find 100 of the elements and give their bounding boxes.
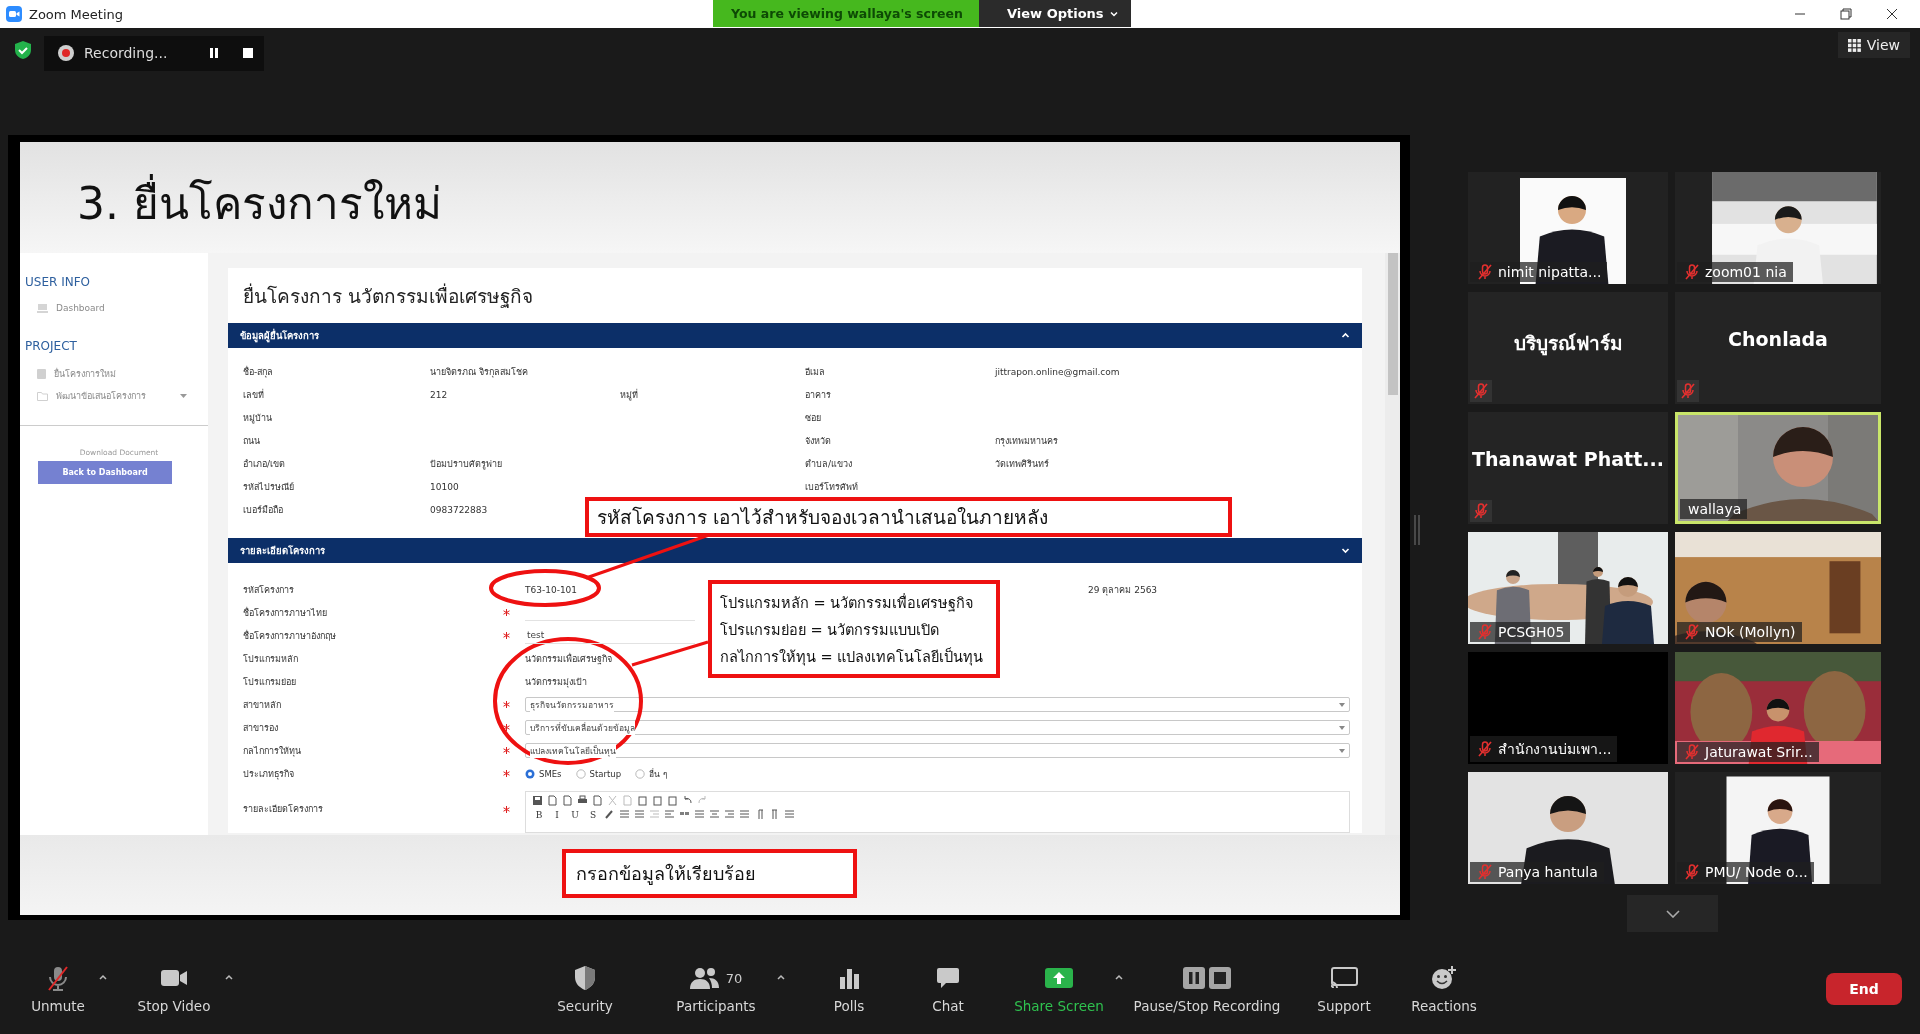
- field-label: สาขารอง: [243, 721, 279, 735]
- caret-icon[interactable]: [224, 972, 234, 982]
- field-label: เบอร์มือถือ: [243, 503, 284, 517]
- clipboard-icon[interactable]: [667, 795, 678, 806]
- sidebar-heading: USER INFO: [24, 275, 91, 289]
- share-screen-icon: [1045, 968, 1073, 988]
- toolbar-button[interactable]: 70 Participants: [656, 960, 776, 1018]
- sidebar-item[interactable]: ยื่นโครงการใหม่: [20, 363, 187, 385]
- back-button[interactable]: Back to Dashboard: [38, 461, 172, 484]
- field-label: ตำบล/แขวง: [805, 457, 854, 471]
- scrollbar[interactable]: [1385, 253, 1400, 835]
- splitter-handle[interactable]: [1414, 515, 1420, 545]
- toolbar-button[interactable]: Support: [1299, 960, 1389, 1018]
- end-button[interactable]: End: [1826, 973, 1902, 1005]
- caret-icon: [1339, 725, 1345, 730]
- caret-icon: [1339, 748, 1345, 753]
- printer-icon[interactable]: [577, 795, 588, 806]
- format-button[interactable]: S: [586, 809, 600, 820]
- toolbar-button[interactable]: Reactions: [1399, 960, 1489, 1018]
- section-header[interactable]: รายละเอียดโครงการ: [228, 538, 1362, 563]
- document-icon[interactable]: [592, 795, 603, 806]
- dropdown-field[interactable]: บริการที่ขับเคลื่อนด้วยข้อมูล: [525, 720, 1350, 735]
- sidebar-item[interactable]: พัฒนาข้อเสนอโครงการ: [20, 385, 187, 407]
- callout-text: โปรแกรมย่อย = นวัตกรรมแบบเปิด: [720, 620, 941, 640]
- field-label: เลขที่: [243, 388, 265, 402]
- document-icon[interactable]: [547, 795, 558, 806]
- field-value: 212: [430, 389, 449, 400]
- callout-text: กลไกการให้ทุน = แปลงเทคโนโลยีเป็นทุน: [720, 646, 985, 668]
- recording-label: Recording...: [84, 45, 169, 61]
- align-icon[interactable]: [694, 809, 705, 820]
- dropdown-field[interactable]: แปลงเทคโนโลยีเป็นทุน: [525, 743, 1350, 758]
- list-icon[interactable]: [619, 809, 630, 820]
- toolbar-button[interactable]: Polls: [809, 960, 889, 1018]
- toolbar-button[interactable]: Security: [540, 960, 630, 1018]
- align-icon[interactable]: [724, 809, 735, 820]
- toolbar-button[interactable]: Stop Video: [124, 960, 224, 1018]
- camera-icon: [160, 967, 188, 989]
- field-label: ประเภทธุรกิจ: [243, 767, 295, 781]
- form-title: ยื่นโครงการ นวัตกรรมเพื่อเศรษฐกิจ: [242, 282, 535, 310]
- field-label: จังหวัด: [805, 434, 832, 448]
- view-options-button[interactable]: View Options: [979, 0, 1131, 27]
- align-icon[interactable]: [739, 809, 750, 820]
- scrollbar-thumb[interactable]: [1387, 253, 1398, 395]
- field-value: นายจิตรภณ จิรกุลสมโชค: [430, 365, 529, 379]
- participant-name: Thanawat Phatt...: [1471, 448, 1665, 470]
- grid-icon: [1847, 38, 1861, 52]
- field-value: 10100: [430, 481, 460, 492]
- restore-icon[interactable]: [1840, 8, 1852, 20]
- chevron-icon[interactable]: [1341, 546, 1350, 555]
- radio-option[interactable]: อื่น ๆ: [635, 766, 668, 781]
- field-label: เบอร์โทรศัพท์: [805, 480, 859, 494]
- close-icon[interactable]: [1886, 8, 1898, 20]
- list-icon[interactable]: [634, 809, 645, 820]
- toolbar-button[interactable]: Share Screen: [1004, 960, 1114, 1018]
- stop-icon[interactable]: [242, 47, 254, 59]
- toolbar-button[interactable]: Pause/Stop Recording: [1126, 960, 1288, 1018]
- clipboard-icon[interactable]: [637, 795, 648, 806]
- field-label: อีเมล: [805, 365, 826, 379]
- brush-icon[interactable]: [604, 809, 615, 820]
- clipboard-icon[interactable]: [652, 795, 663, 806]
- smiley-icon: [1431, 965, 1457, 991]
- list-icon[interactable]: [784, 809, 795, 820]
- view-button[interactable]: View: [1837, 32, 1910, 58]
- chevron-icon[interactable]: [1341, 331, 1350, 340]
- sidebar-heading: PROJECT: [24, 339, 78, 353]
- text-editor[interactable]: B I U S: [525, 791, 1350, 833]
- undo-icon[interactable]: [682, 795, 693, 806]
- field-label: ชื่อ-สกุล: [243, 365, 275, 379]
- toolbar-button[interactable]: Unmute: [18, 960, 98, 1018]
- participant-name: Jaturawat Srir...: [1705, 744, 1813, 760]
- field-label: รหัสโครงการ: [243, 583, 295, 597]
- format-button[interactable]: B: [532, 809, 546, 820]
- format-button[interactable]: U: [568, 809, 582, 820]
- caret-icon[interactable]: [1114, 972, 1124, 982]
- field-label: สาขาหลัก: [243, 698, 282, 712]
- text-field[interactable]: test: [525, 627, 695, 644]
- caret-icon[interactable]: [98, 972, 108, 982]
- pause-icon[interactable]: [208, 47, 220, 59]
- field-value: นวัตกรรมเพื่อเศรษฐกิจ: [525, 652, 612, 666]
- bar-chart-icon: [838, 967, 860, 989]
- indent-icon[interactable]: [664, 809, 675, 820]
- toolbar-button[interactable]: Chat: [908, 960, 988, 1018]
- align-icon[interactable]: [709, 809, 720, 820]
- document-icon[interactable]: [562, 795, 573, 806]
- field-label: อาคาร: [805, 388, 832, 402]
- section-header[interactable]: ข้อมูลผู้ยื่นโครงการ: [228, 323, 1362, 348]
- people-icon: [689, 967, 720, 989]
- paragraph-icon[interactable]: [769, 809, 780, 820]
- participant-name: Panya hantula: [1498, 864, 1598, 880]
- field-value: กรุงเทพมหานคร: [995, 434, 1059, 448]
- field-value: T63-10-101: [525, 584, 579, 595]
- radio-option[interactable]: Startup: [575, 768, 622, 779]
- dropdown-field[interactable]: ธุรกิจนวัตกรรมอาหาร: [525, 697, 1350, 712]
- callout-text: รหัสโครงการ เอาไว้สำหรับจองเวลานำเสนอในภายหลัง: [597, 505, 1050, 530]
- record-icon: [58, 45, 74, 61]
- sidebar-item[interactable]: Dashboard: [20, 299, 187, 317]
- radio-option[interactable]: SMEs: [525, 768, 562, 779]
- field-label: อำเภอ/เขต: [243, 457, 287, 471]
- caret-icon[interactable]: [776, 972, 786, 982]
- format-button[interactable]: I: [550, 809, 564, 820]
